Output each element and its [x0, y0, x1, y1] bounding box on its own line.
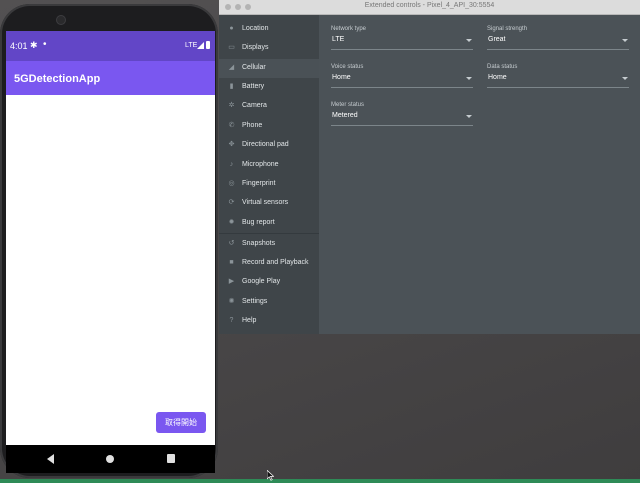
sidebar-item-label: Google Play	[242, 278, 281, 285]
sidebar-item-label: Microphone	[242, 161, 279, 168]
chevron-down-icon	[466, 39, 472, 42]
field-label: Data status	[487, 64, 518, 70]
camera-icon: ✲	[228, 102, 235, 109]
chevron-down-icon	[622, 39, 628, 42]
sidebar-item-camera[interactable]: ✲ Camera	[219, 97, 319, 116]
gear-icon: ✺	[228, 298, 235, 305]
signal-strength-dropdown[interactable]: Signal strength Great	[487, 26, 629, 52]
sidebar-item-label: Bug report	[242, 219, 275, 226]
sidebar-item-google-play[interactable]: ▶ Google Play	[219, 273, 319, 292]
field-label: Signal strength	[487, 26, 528, 32]
battery-icon: ▮	[229, 83, 234, 90]
fingerprint-icon: ◎	[228, 180, 235, 187]
network-type-indicator: LTE	[185, 42, 198, 49]
status-bar: 4:01 ✱ • LTE	[6, 31, 215, 61]
status-time: 4:01	[10, 41, 28, 51]
microphone-icon: ♪	[229, 161, 234, 168]
sidebar-item-label: Cellular	[242, 64, 266, 71]
display-icon: ▭	[228, 44, 235, 51]
sidebar-item-label: Settings	[242, 298, 268, 305]
field-underline	[487, 87, 629, 88]
sidebar-item-label: Snapshots	[242, 240, 276, 247]
app-bar: 5GDetectionApp	[6, 61, 215, 95]
front-camera-icon	[57, 16, 65, 24]
sidebar-item-label: Location	[242, 25, 269, 32]
chevron-down-icon	[466, 77, 472, 80]
sidebar-item-displays[interactable]: ▭ Displays	[219, 39, 319, 58]
sidebar-item-fingerprint[interactable]: ◎ Fingerprint	[219, 175, 319, 194]
sidebar-item-phone[interactable]: ✆ Phone	[219, 117, 319, 136]
sidebar-item-label: Help	[242, 317, 257, 324]
sidebar-item-label: Phone	[242, 122, 263, 129]
recents-icon[interactable]	[167, 454, 175, 463]
data-status-dropdown[interactable]: Data status Home	[487, 64, 629, 90]
extended-controls-window: Extended controls - Pixel_4_API_30:5554 …	[219, 0, 640, 334]
sidebar-item-label: Displays	[242, 44, 269, 51]
location-icon: ●	[229, 25, 234, 32]
sidebar-item-snapshots[interactable]: ↺ Snapshots	[219, 235, 319, 254]
field-value: Great	[488, 36, 506, 43]
help-icon: ?	[229, 317, 234, 324]
window-title-bar[interactable]: Extended controls - Pixel_4_API_30:5554	[219, 0, 640, 15]
sensors-icon: ⟳	[228, 199, 235, 206]
sidebar-item-record-and-playback[interactable]: ■ Record and Playback	[219, 254, 319, 273]
sidebar-item-help[interactable]: ? Help	[219, 312, 319, 331]
sidebar-item-label: Directional pad	[242, 141, 289, 148]
back-icon[interactable]	[47, 454, 54, 464]
sidebar-divider	[219, 233, 319, 234]
field-label: Network type	[331, 26, 367, 32]
field-label: Voice status	[331, 64, 364, 70]
home-icon[interactable]	[106, 455, 114, 463]
sidebar-item-label: Battery	[242, 83, 265, 90]
phone-screen[interactable]: 4:01 ✱ • LTE 5GDetectionApp 取得開始	[6, 31, 215, 473]
start-acquisition-button[interactable]: 取得開始	[156, 412, 206, 433]
notification-dot-icon: •	[43, 39, 47, 50]
field-value: Metered	[332, 112, 358, 119]
field-underline	[331, 49, 473, 50]
sidebar-item-directional-pad[interactable]: ✥ Directional pad	[219, 136, 319, 155]
mouse-pointer-icon	[267, 470, 274, 481]
taskbar-strip	[0, 479, 640, 483]
app-title: 5GDetectionApp	[14, 73, 101, 85]
extended-controls-sidebar: ● Location ▭ Displays ◢ Cellular ▮ Batte…	[219, 15, 319, 334]
field-value: Home	[488, 74, 507, 81]
meter-status-dropdown[interactable]: Meter status Metered	[331, 102, 473, 128]
android-nav-bar	[6, 445, 215, 473]
sidebar-item-label: Fingerprint	[242, 180, 276, 187]
record-icon: ■	[229, 259, 234, 266]
snapshot-icon: ↺	[228, 240, 235, 247]
dpad-icon: ✥	[228, 141, 235, 148]
field-underline	[331, 125, 473, 126]
chevron-down-icon	[466, 115, 472, 118]
emulator-phone: 4:01 ✱ • LTE 5GDetectionApp 取得開始	[0, 4, 218, 478]
field-value: LTE	[332, 36, 345, 43]
sidebar-item-label: Camera	[242, 102, 267, 109]
signal-icon	[197, 42, 204, 49]
field-value: Home	[332, 74, 351, 81]
field-label: Meter status	[331, 102, 365, 108]
settings-notification-icon: ✱	[30, 40, 38, 50]
field-underline	[331, 87, 473, 88]
window-title: Extended controls - Pixel_4_API_30:5554	[364, 2, 495, 9]
sidebar-item-virtual-sensors[interactable]: ⟳ Virtual sensors	[219, 194, 319, 213]
sidebar-item-label: Virtual sensors	[242, 199, 289, 206]
field-underline	[487, 49, 629, 50]
play-icon: ▶	[228, 278, 235, 285]
sidebar-item-bug-report[interactable]: ✹ Bug report	[219, 214, 319, 233]
sidebar-item-location[interactable]: ● Location	[219, 20, 319, 39]
sidebar-item-settings[interactable]: ✺ Settings	[219, 293, 319, 312]
bug-icon: ✹	[228, 219, 235, 226]
sidebar-item-label: Record and Playback	[242, 259, 309, 266]
phone-icon: ✆	[228, 122, 235, 129]
sidebar-item-microphone[interactable]: ♪ Microphone	[219, 156, 319, 175]
sidebar-item-battery[interactable]: ▮ Battery	[219, 78, 319, 97]
cellular-icon: ◢	[228, 64, 235, 71]
network-type-dropdown[interactable]: Network type LTE	[331, 26, 473, 52]
voice-status-dropdown[interactable]: Voice status Home	[331, 64, 473, 90]
sidebar-item-cellular[interactable]: ◢ Cellular	[219, 59, 319, 78]
chevron-down-icon	[622, 77, 628, 80]
battery-status-icon	[206, 41, 210, 49]
cellular-panel: Network type LTE Signal strength Great V…	[319, 15, 640, 334]
